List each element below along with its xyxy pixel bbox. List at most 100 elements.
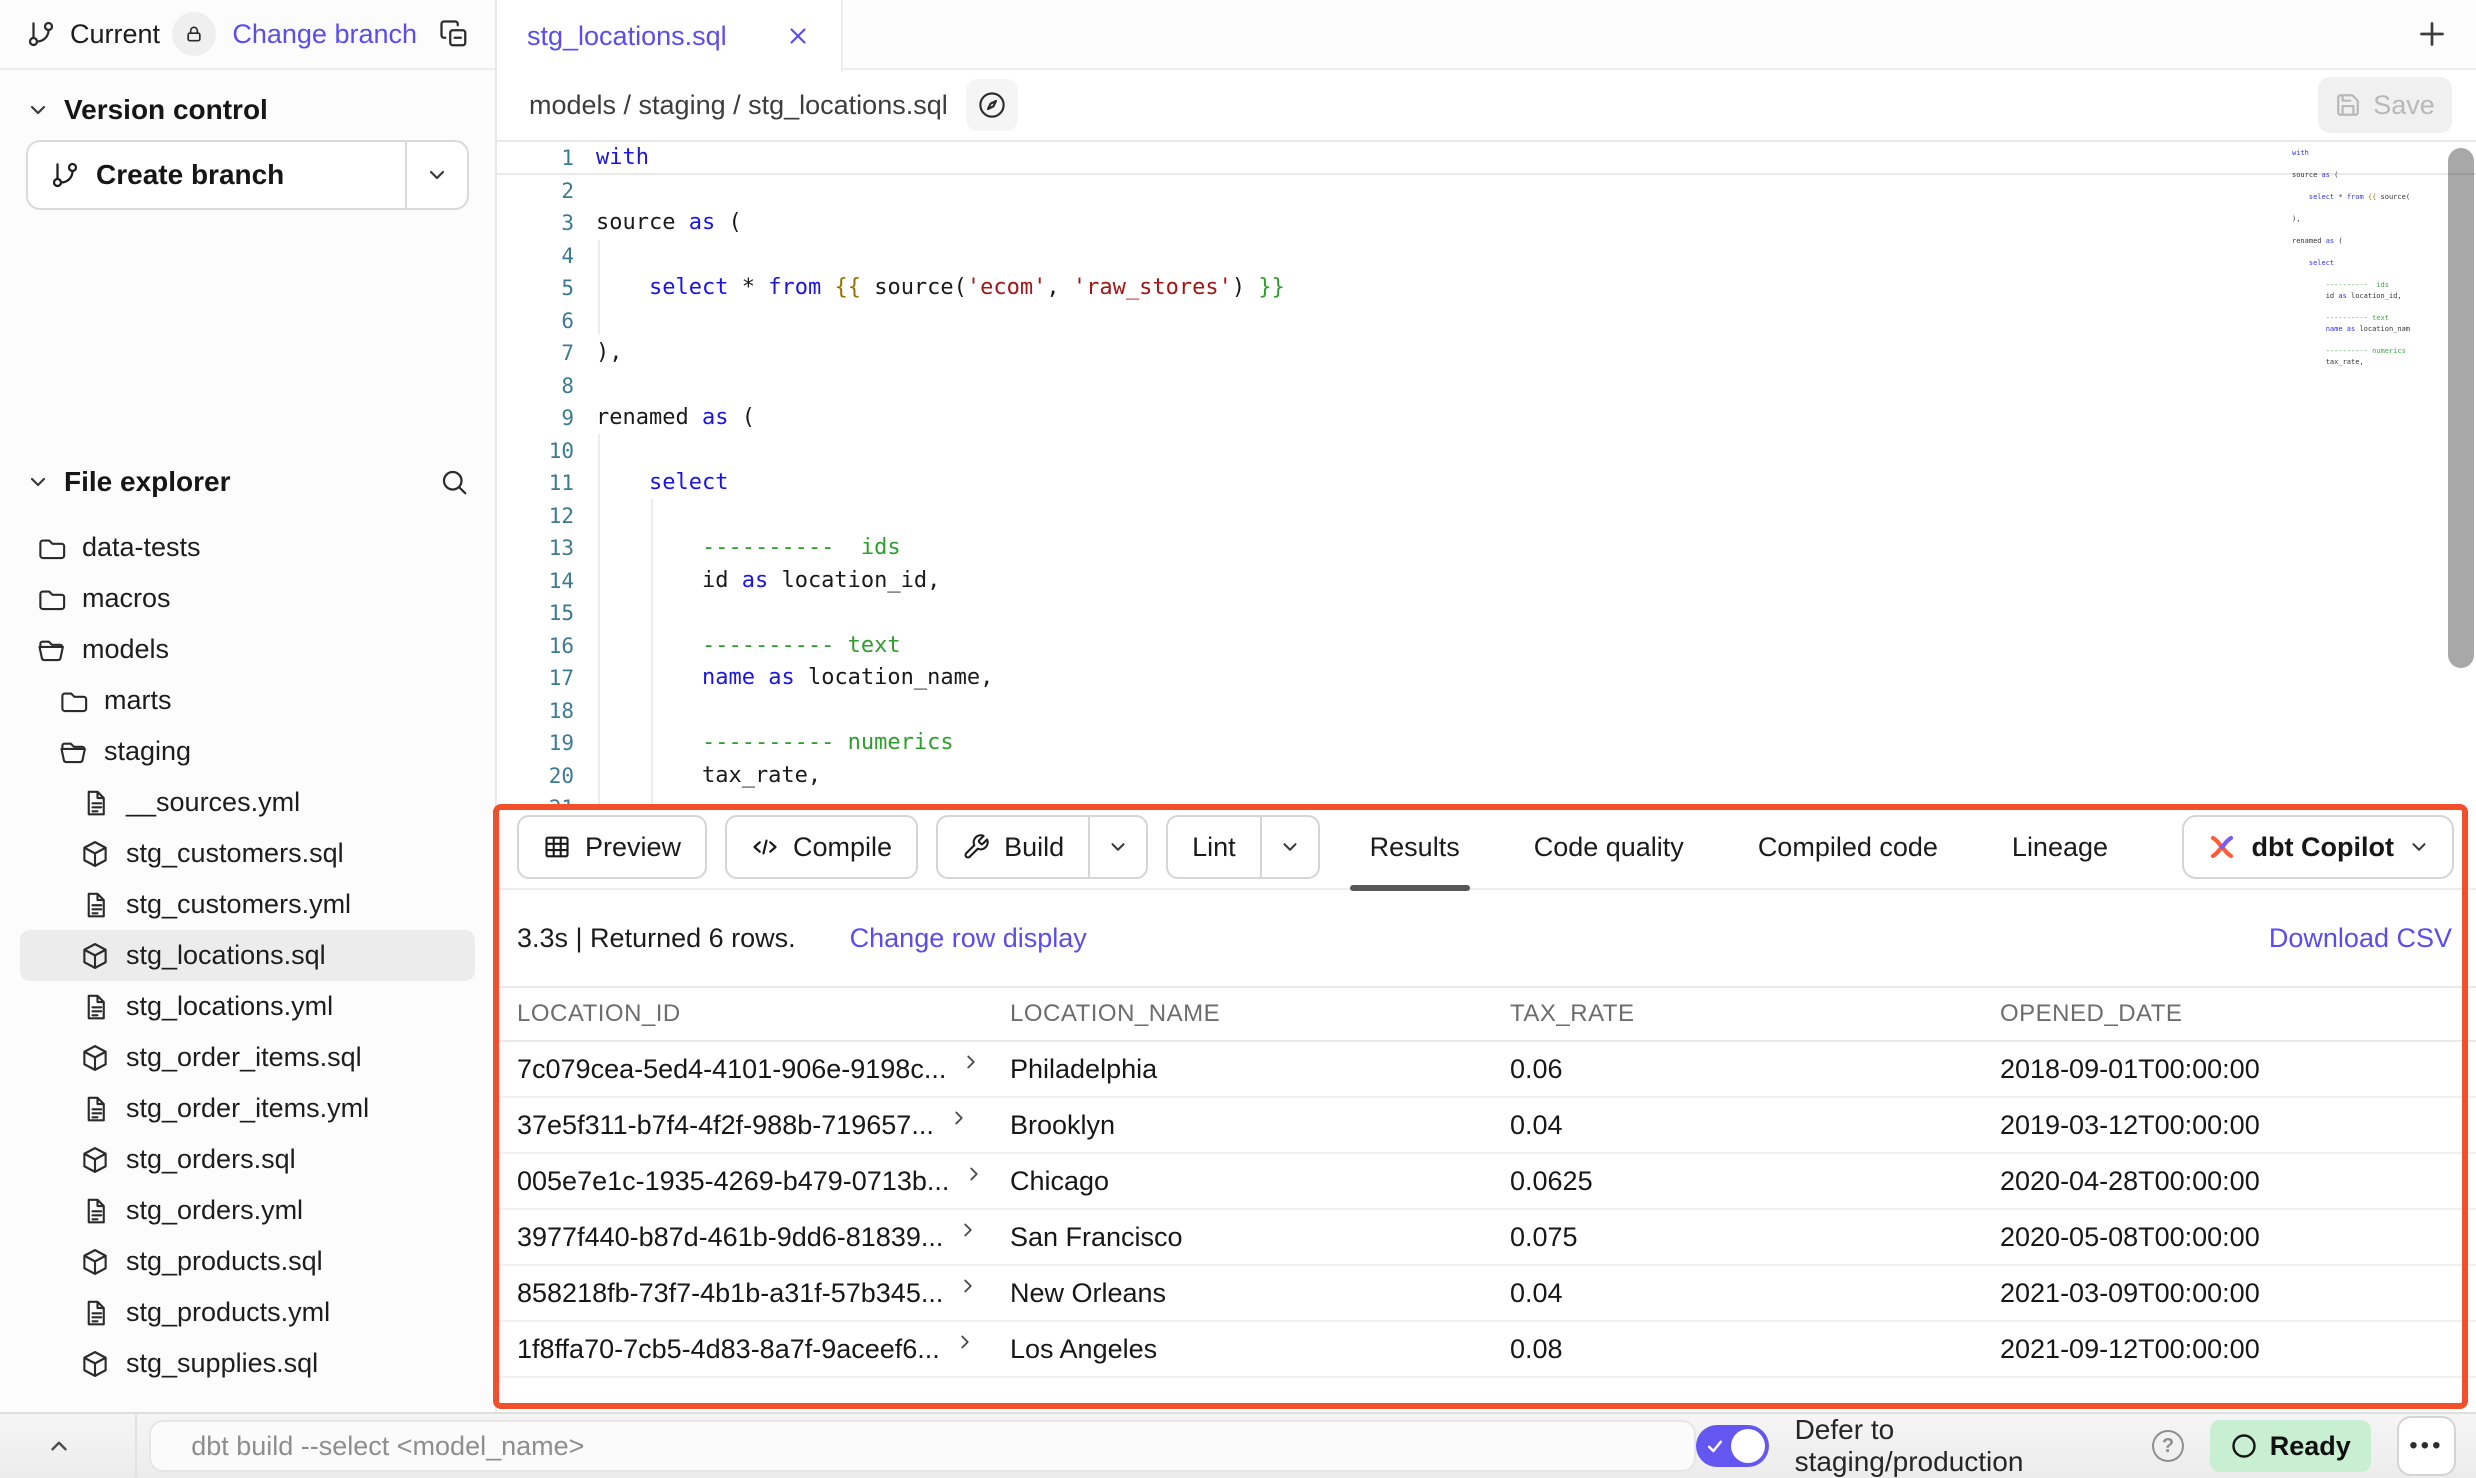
help-icon[interactable]: ?: [2152, 1430, 2184, 1462]
more-options-button[interactable]: •••: [2397, 1416, 2456, 1476]
minimap-line: [2292, 225, 2410, 236]
code-line[interactable]: 17 name as location_name,: [497, 662, 2476, 695]
table-row: 005e7e1c-1935-4269-b479-0713b... Chicago…: [497, 1153, 2476, 1209]
file-tree-item[interactable]: data-tests: [20, 522, 475, 573]
file-tree-item[interactable]: stg_products.sql: [20, 1236, 475, 1287]
code-line[interactable]: 1with: [497, 140, 2476, 175]
file-tree-item[interactable]: stg_products.yml: [20, 1287, 475, 1338]
cell-location-name: San Francisco: [990, 1209, 1490, 1265]
save-button[interactable]: Save: [2318, 77, 2452, 133]
line-number: 21: [497, 792, 574, 806]
change-branch-link[interactable]: Change branch: [232, 19, 417, 50]
file-tree-item[interactable]: stg_order_items.sql: [20, 1032, 475, 1083]
code-line[interactable]: 18: [497, 695, 2476, 728]
file-tree-item[interactable]: __sources.yml: [20, 777, 475, 828]
code-line[interactable]: 6: [497, 305, 2476, 338]
dbt-copilot-button[interactable]: dbt Copilot: [2182, 815, 2454, 879]
git-branch-icon: [26, 19, 56, 49]
lint-dropdown-chevron[interactable]: [1260, 817, 1318, 877]
expand-cell-chevron-icon[interactable]: [954, 1331, 976, 1353]
ready-status-badge[interactable]: Ready: [2210, 1420, 2371, 1472]
minimap-line: source as (: [2292, 170, 2410, 181]
panel-tab[interactable]: Compiled code: [1752, 805, 1944, 889]
download-csv-link[interactable]: Download CSV: [2269, 923, 2452, 954]
code-line[interactable]: 2: [497, 175, 2476, 208]
code-line[interactable]: 12: [497, 500, 2476, 533]
folder-icon: [36, 584, 66, 614]
file-name: stg_customers.sql: [126, 838, 344, 869]
minimap-line: tax_rate,: [2292, 357, 2410, 368]
file-tree-item[interactable]: stg_customers.sql: [20, 828, 475, 879]
minimap[interactable]: withsource as ( select * from {{ source(…: [2292, 148, 2410, 478]
code-line[interactable]: 3source as (: [497, 207, 2476, 240]
file-tree-item[interactable]: stg_orders.yml: [20, 1185, 475, 1236]
file-explorer-header[interactable]: File explorer: [0, 462, 495, 502]
copy-branch-icon[interactable]: [439, 19, 469, 49]
panel-tab[interactable]: Code quality: [1528, 805, 1690, 889]
code-line[interactable]: 9renamed as (: [497, 402, 2476, 435]
version-control-header[interactable]: Version control: [0, 90, 495, 130]
panel-tab[interactable]: Lineage: [2006, 805, 2114, 889]
file-tree-item[interactable]: stg_orders.sql: [20, 1134, 475, 1185]
change-row-display-link[interactable]: Change row display: [850, 923, 1087, 954]
preview-button[interactable]: Preview: [517, 815, 707, 879]
file-type-icon: [80, 1094, 110, 1124]
compass-icon[interactable]: [966, 79, 1018, 131]
expand-cell-chevron-icon[interactable]: [957, 1275, 979, 1297]
code-line[interactable]: 19 ---------- numerics: [497, 727, 2476, 760]
tab-stg-locations[interactable]: stg_locations.sql: [497, 0, 843, 72]
code-line[interactable]: 5 select * from {{ source('ecom', 'raw_s…: [497, 272, 2476, 305]
cell-opened-date: 2020-05-08T00:00:00: [1980, 1209, 2476, 1265]
line-number: 7: [497, 337, 574, 370]
line-number: 8: [497, 370, 574, 403]
create-branch-main[interactable]: Create branch: [28, 142, 405, 208]
create-branch-dropdown[interactable]: [405, 142, 467, 208]
table-header-row: LOCATION_ID LOCATION_NAME TAX_RATE OPENE…: [497, 987, 2476, 1041]
expand-cell-chevron-icon[interactable]: [963, 1163, 985, 1185]
lint-button[interactable]: Lint: [1166, 815, 1320, 879]
code-line[interactable]: 15: [497, 597, 2476, 630]
editor-scrollbar[interactable]: [2448, 148, 2474, 668]
file-tree-item[interactable]: stg_locations.yml: [20, 981, 475, 1032]
build-dropdown-chevron[interactable]: [1088, 817, 1146, 877]
file-name: stg_customers.yml: [126, 889, 351, 920]
file-tree-item[interactable]: macros: [20, 573, 475, 624]
code-line[interactable]: 11 select: [497, 467, 2476, 500]
file-tree-item[interactable]: stg_customers.yml: [20, 879, 475, 930]
code-editor[interactable]: 1with23source as (45 select * from {{ so…: [497, 140, 2476, 806]
defer-label: Defer to staging/production: [1795, 1414, 2127, 1478]
close-tab-icon[interactable]: [785, 23, 811, 49]
compile-button[interactable]: Compile: [725, 815, 918, 879]
file-tree-item[interactable]: stg_supplies.sql: [20, 1338, 475, 1389]
code-line[interactable]: 4: [497, 240, 2476, 273]
file-tree-item[interactable]: stg_locations.sql: [20, 930, 475, 981]
expand-command-bar-button[interactable]: [0, 1414, 137, 1478]
file-type-icon: [80, 941, 110, 971]
file-tree-item[interactable]: marts: [20, 675, 475, 726]
expand-cell-chevron-icon[interactable]: [948, 1107, 970, 1129]
code-line[interactable]: 10: [497, 435, 2476, 468]
build-button[interactable]: Build: [936, 815, 1148, 879]
command-input[interactable]: dbt build --select <model_name>: [149, 1420, 1695, 1472]
expand-cell-chevron-icon[interactable]: [960, 1051, 982, 1073]
code-line[interactable]: 7),: [497, 337, 2476, 370]
file-tree-item[interactable]: stg_order_items.yml: [20, 1083, 475, 1134]
code-line[interactable]: 8: [497, 370, 2476, 403]
create-branch-button[interactable]: Create branch: [26, 140, 469, 210]
minimap-line: [2292, 335, 2410, 346]
defer-toggle[interactable]: [1696, 1425, 1769, 1467]
code-text: with: [2292, 149, 2309, 157]
code-line[interactable]: 21: [497, 792, 2476, 806]
panel-tab-label: Compiled code: [1758, 832, 1938, 863]
code-line[interactable]: 13 ---------- ids: [497, 532, 2476, 565]
panel-tab[interactable]: Results: [1364, 805, 1466, 889]
search-icon[interactable]: [439, 467, 469, 497]
code-line[interactable]: 14 id as location_id,: [497, 565, 2476, 598]
file-tree-item[interactable]: models: [20, 624, 475, 675]
new-tab-icon[interactable]: [2414, 16, 2450, 52]
panel-action-row: Preview Compile: [497, 806, 2476, 890]
code-line[interactable]: 20 tax_rate,: [497, 760, 2476, 793]
file-tree-item[interactable]: staging: [20, 726, 475, 777]
code-line[interactable]: 16 ---------- text: [497, 630, 2476, 663]
expand-cell-chevron-icon[interactable]: [957, 1219, 979, 1241]
